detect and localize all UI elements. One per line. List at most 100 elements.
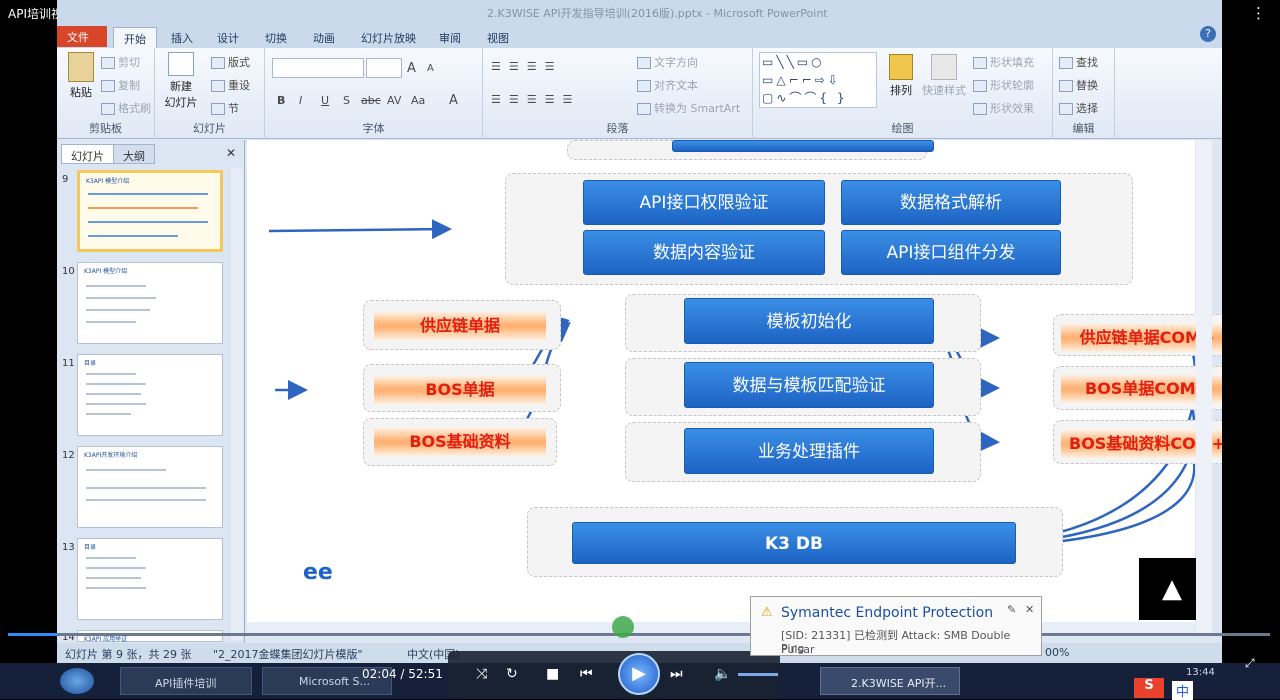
- font-size-select[interactable]: [366, 58, 402, 78]
- format-painter-button[interactable]: 格式刷: [101, 100, 151, 116]
- video-progress-fill: [8, 633, 59, 636]
- help-icon[interactable]: ?: [1200, 26, 1216, 42]
- tab-outline[interactable]: 大纲: [113, 144, 155, 164]
- paste-button[interactable]: 粘贴: [65, 52, 97, 100]
- thumbnail-slide-10[interactable]: K3API 模型介绍: [77, 262, 223, 344]
- text-direction-button[interactable]: 文字方向: [637, 54, 698, 70]
- tab-slides[interactable]: 幻灯片: [61, 144, 114, 164]
- tab-transitions[interactable]: 切换: [255, 27, 297, 48]
- arrange-button[interactable]: 排列: [883, 54, 919, 98]
- shrink-font-button[interactable]: A: [427, 63, 434, 74]
- close-icon[interactable]: ✕: [1025, 603, 1034, 616]
- align-text-icon: [637, 80, 651, 92]
- cut-button[interactable]: 剪切: [101, 54, 140, 70]
- tab-animations[interactable]: 动画: [303, 27, 345, 48]
- box-plugin[interactable]: 业务处理插件: [684, 428, 934, 474]
- strike-button[interactable]: abc: [361, 94, 381, 107]
- group-clipboard: 粘贴 剪切 复制 格式刷 剪贴板: [57, 48, 155, 139]
- replace-button[interactable]: 替换: [1059, 77, 1098, 93]
- video-progress-bar[interactable]: [8, 633, 1270, 636]
- input-bos-basic[interactable]: BOS基础资料: [374, 428, 546, 456]
- playback-time: 02:04 / 52:51: [362, 667, 443, 681]
- copy-button[interactable]: 复制: [101, 77, 140, 93]
- play-button[interactable]: ▶: [618, 653, 660, 695]
- media-controls: 02:04 / 52:51 ⤨ ↻ ■ ⏮ ▶ ⏭ 🔈: [362, 651, 780, 699]
- quick-styles-icon: [931, 54, 957, 80]
- change-case-button[interactable]: Aa: [411, 94, 425, 107]
- more-icon[interactable]: ⋮: [1251, 4, 1266, 22]
- ime-logo-icon[interactable]: S: [1134, 678, 1164, 698]
- thumbnail-slide-11[interactable]: 目录: [77, 354, 223, 436]
- taskbar-item-1[interactable]: API插件培训: [120, 667, 252, 695]
- grow-font-button[interactable]: A: [407, 61, 416, 76]
- layout-button[interactable]: 版式: [211, 54, 250, 70]
- previous-icon[interactable]: ⏮: [580, 666, 593, 682]
- notification-title: Symantec Endpoint Protection: [781, 605, 994, 621]
- font-name-select[interactable]: [272, 58, 364, 78]
- shape-outline-button[interactable]: 形状轮廓: [973, 77, 1034, 93]
- section-button[interactable]: 节: [211, 100, 239, 116]
- font-color-button[interactable]: A: [449, 93, 458, 108]
- group-label-editing: 编辑: [1072, 122, 1095, 135]
- input-supply-chain[interactable]: 供应链单据: [374, 312, 546, 340]
- tab-view[interactable]: 视图: [477, 27, 519, 48]
- tab-design[interactable]: 设计: [207, 27, 249, 48]
- align-text-button[interactable]: 对齐文本: [637, 77, 698, 93]
- tab-slideshow[interactable]: 幻灯片放映: [351, 27, 426, 48]
- slide-number: 10: [62, 266, 75, 277]
- align-buttons[interactable]: ☰☰☰☰☰: [491, 93, 580, 106]
- box-content[interactable]: 数据内容验证: [583, 230, 825, 275]
- close-pane-icon[interactable]: ✕: [226, 146, 236, 160]
- quick-styles-button[interactable]: 快速样式: [921, 54, 967, 98]
- expand-icon[interactable]: ⤢: [1245, 656, 1255, 671]
- repeat-icon[interactable]: ↻: [506, 666, 518, 682]
- smartart-button[interactable]: 转换为 SmartArt: [637, 100, 740, 116]
- box-match-verify[interactable]: 数据与模板匹配验证: [684, 362, 934, 408]
- thumbnail-slide-12[interactable]: K3API开发环境介绍: [77, 446, 223, 528]
- shape-effects-button[interactable]: 形状效果: [973, 100, 1034, 116]
- new-slide-button[interactable]: 新建 幻灯片: [159, 52, 203, 110]
- tab-insert[interactable]: 插入: [161, 27, 203, 48]
- ime-indicator[interactable]: 中: [1172, 681, 1194, 700]
- shapes-gallery[interactable]: ▭╲╲▭○ ▭△⌐⌐⇨⇩ ▢∿⌒⌒{ }: [759, 52, 877, 108]
- shadow-button[interactable]: S: [343, 94, 350, 107]
- thumbnail-slide-14[interactable]: K3API 应用举证: [77, 630, 223, 643]
- spacing-button[interactable]: AV: [387, 94, 401, 107]
- zoom-level: 00%: [1045, 646, 1070, 659]
- reset-button[interactable]: 重设: [211, 77, 250, 93]
- tab-review[interactable]: 审阅: [429, 27, 471, 48]
- volume-icon[interactable]: 🔈: [714, 666, 731, 682]
- list-buttons[interactable]: ☰☰☰☰: [491, 60, 562, 73]
- box-format[interactable]: 数据格式解析: [841, 180, 1061, 225]
- find-button[interactable]: 查找: [1059, 54, 1098, 70]
- start-icon[interactable]: [60, 668, 94, 694]
- shape-fill-button[interactable]: 形状填充: [973, 54, 1034, 70]
- thumbnail-slide-13[interactable]: 目录: [77, 538, 223, 620]
- notification-line1: [SID: 21331] 已检测到 Attack: SMB Double Pul…: [781, 629, 1011, 656]
- underline-button[interactable]: U: [321, 94, 329, 107]
- thumbnail-slide-9[interactable]: K3API 模型介绍: [77, 170, 223, 252]
- new-slide-icon: [168, 52, 194, 76]
- clock: 13:44: [1186, 667, 1215, 678]
- slide-scrollbar[interactable]: [1196, 140, 1212, 636]
- tab-file[interactable]: 文件: [57, 26, 107, 47]
- box-k3-db[interactable]: K3 DB: [572, 522, 1016, 564]
- box-template-init[interactable]: 模板初始化: [684, 298, 934, 344]
- top-box[interactable]: [672, 140, 934, 152]
- box-dispatch[interactable]: API接口组件分发: [841, 230, 1061, 275]
- shuffle-icon[interactable]: ⤨: [476, 666, 487, 682]
- slide-number: 12: [62, 450, 75, 461]
- next-icon[interactable]: ⏭: [670, 666, 683, 682]
- box-permission[interactable]: API接口权限验证: [583, 180, 825, 225]
- thumbnail-scrollbar[interactable]: [231, 168, 243, 640]
- theme-name: "2_2017金蝶集团幻灯片模版": [213, 648, 363, 661]
- tab-home[interactable]: 开始: [113, 27, 157, 48]
- select-button[interactable]: 选择: [1059, 100, 1098, 116]
- volume-slider[interactable]: [738, 673, 778, 676]
- bold-button[interactable]: B: [277, 94, 285, 107]
- pin-icon[interactable]: ✎: [1007, 603, 1016, 616]
- input-bos[interactable]: BOS单据: [374, 376, 546, 404]
- stop-icon[interactable]: ■: [546, 666, 559, 682]
- taskbar-item-3[interactable]: 2.K3WISE API开...: [820, 667, 960, 695]
- italic-button[interactable]: I: [299, 94, 302, 107]
